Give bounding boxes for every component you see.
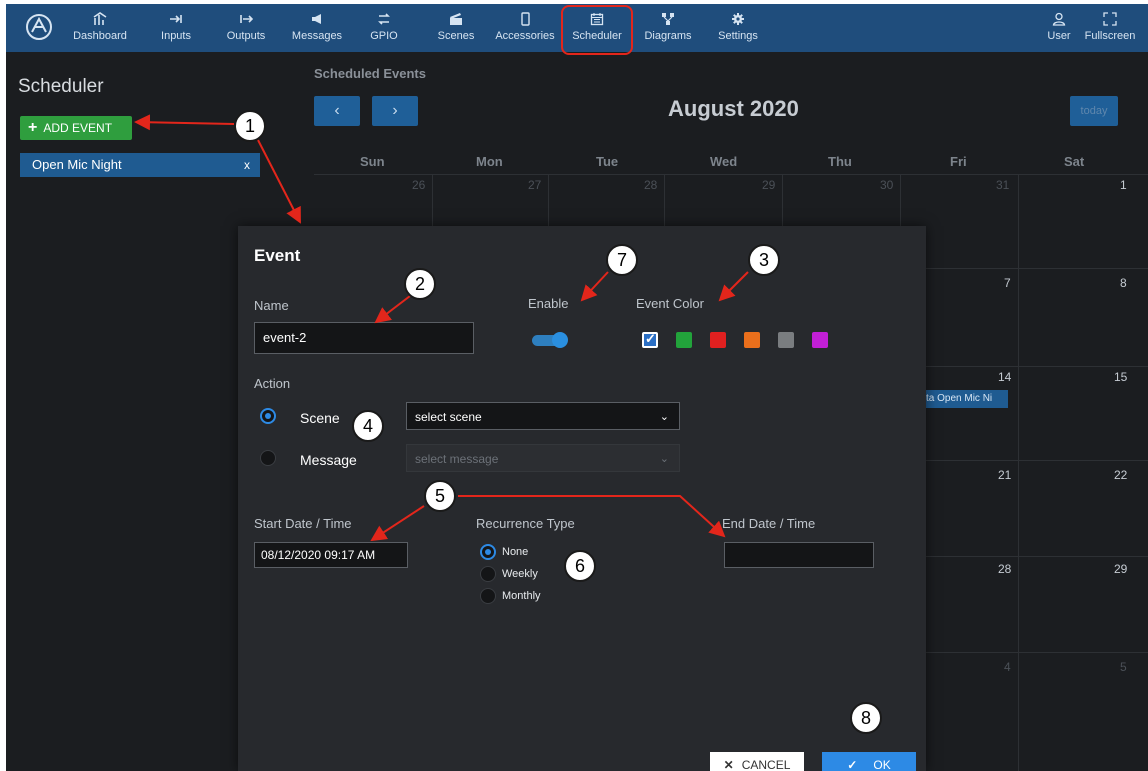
callout-3-arrow [718, 271, 749, 302]
callout-7-arrow [580, 271, 609, 302]
callout-badge: 8 [850, 702, 882, 734]
callout-badge: 7 [606, 244, 638, 276]
annotation-arrows [134, 114, 749, 542]
callout-badge: 2 [404, 268, 436, 300]
callout-badge: 3 [748, 244, 780, 276]
callout-1-arrow-add [134, 114, 235, 131]
callout-badge: 1 [234, 110, 266, 142]
callout-2-arrow [374, 295, 411, 324]
callout-badge: 6 [564, 550, 596, 582]
callout-5-arrow-start [370, 505, 425, 542]
callout-badge: 4 [352, 410, 384, 442]
callout-badge: 5 [424, 480, 456, 512]
callout-5-arrow-end [458, 495, 726, 538]
callout-1-arrow-dialog [257, 139, 301, 224]
